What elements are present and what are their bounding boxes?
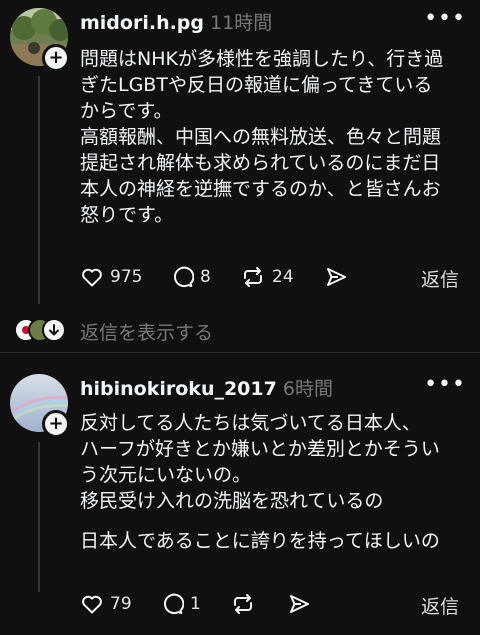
post-actions: 79 1 返信 — [80, 592, 465, 622]
post-line: からです。 — [80, 100, 173, 122]
thread-line — [38, 76, 40, 304]
post-line — [80, 514, 465, 528]
like-button[interactable]: 79 — [80, 592, 132, 616]
post-line: ハーフが好きとか嫌いとか差別とかそうい — [80, 438, 440, 460]
post-line: 日本人であることに誇りを持ってほしいの — [80, 530, 440, 552]
follow-plus-icon[interactable]: + — [42, 410, 70, 438]
comment-icon — [164, 593, 184, 614]
comment-button[interactable]: 8 — [170, 265, 211, 289]
post-actions: 975 8 24 返信 — [80, 265, 465, 295]
share-button[interactable] — [287, 592, 311, 616]
username[interactable]: hibinokiroku_2017 — [80, 378, 277, 400]
post-header: hibinokiroku_2017 6時間 — [80, 374, 333, 401]
post-line: う次元にいないの。 — [80, 464, 252, 486]
repost-button[interactable]: 24 — [240, 265, 294, 289]
avatar-midori[interactable]: + — [10, 8, 70, 72]
down-arrow-icon — [42, 318, 66, 342]
heart-icon — [82, 268, 102, 287]
timestamp: 11時間 — [210, 12, 273, 34]
post-header: midori.h.pg 11時間 — [80, 8, 272, 35]
post-line: 怒りです。 — [80, 204, 174, 226]
post-line: 高額報酬、中国への無料放送、色々と問題 — [80, 126, 442, 148]
post-line: 移民受け入れの洗脳を恐れているの — [80, 490, 384, 512]
post-body: 反対してる人たちは気づいてる日本人、 ハーフが好きとか嫌いとか差別とかそうい う… — [80, 410, 465, 554]
comment-button[interactable]: 1 — [160, 592, 201, 616]
share-button[interactable] — [324, 265, 348, 289]
more-options-icon[interactable]: ••• — [424, 6, 466, 31]
post-line: 問題はNHKが多様性を強調したり、行き過 — [80, 48, 444, 70]
repost-icon — [244, 267, 262, 287]
like-count: 79 — [110, 594, 132, 614]
thread-line — [38, 442, 40, 592]
show-replies-row[interactable]: 返信を表示する — [0, 318, 480, 344]
repost-icon — [234, 594, 252, 614]
send-icon — [327, 268, 346, 286]
send-icon — [290, 595, 309, 613]
avatar-hibinokiroku[interactable]: + — [10, 374, 70, 438]
username[interactable]: midori.h.pg — [80, 12, 204, 34]
more-options-icon[interactable]: ••• — [424, 372, 466, 397]
post-body: 問題はNHKが多様性を強調したり、行き過 ぎたLGBTや反日の報道に偏ってきてい… — [80, 46, 465, 228]
like-count: 975 — [110, 267, 143, 287]
post-line: 反対してる人たちは気づいてる日本人、 — [80, 412, 421, 434]
post-divider — [0, 352, 480, 353]
post-line: 提起され解体も求められているのにまだ日 — [80, 152, 441, 174]
repost-button[interactable] — [230, 592, 262, 616]
post-line: 本人の神経を逆撫でするのか、と皆さんお — [80, 178, 441, 200]
like-button[interactable]: 975 — [80, 265, 142, 289]
repost-count: 24 — [272, 267, 294, 287]
post-2: + hibinokiroku_2017 6時間 ••• 反対してる人たちは気づいて… — [0, 366, 480, 635]
heart-icon — [82, 595, 102, 614]
comment-icon — [174, 266, 194, 287]
comment-count: 8 — [200, 267, 211, 287]
follow-plus-icon[interactable]: + — [42, 44, 70, 72]
reply-button[interactable]: 返信 — [421, 592, 459, 619]
show-replies-link[interactable]: 返信を表示する — [80, 318, 213, 345]
reply-button[interactable]: 返信 — [421, 265, 459, 292]
timestamp: 6時間 — [282, 378, 333, 400]
comment-count: 1 — [190, 594, 201, 614]
post-line: ぎたLGBTや反日の報道に偏ってきている — [80, 74, 433, 96]
post-1: + midori.h.pg 11時間 ••• 問題はNHKが多様性を強調したり、行… — [0, 0, 480, 352]
